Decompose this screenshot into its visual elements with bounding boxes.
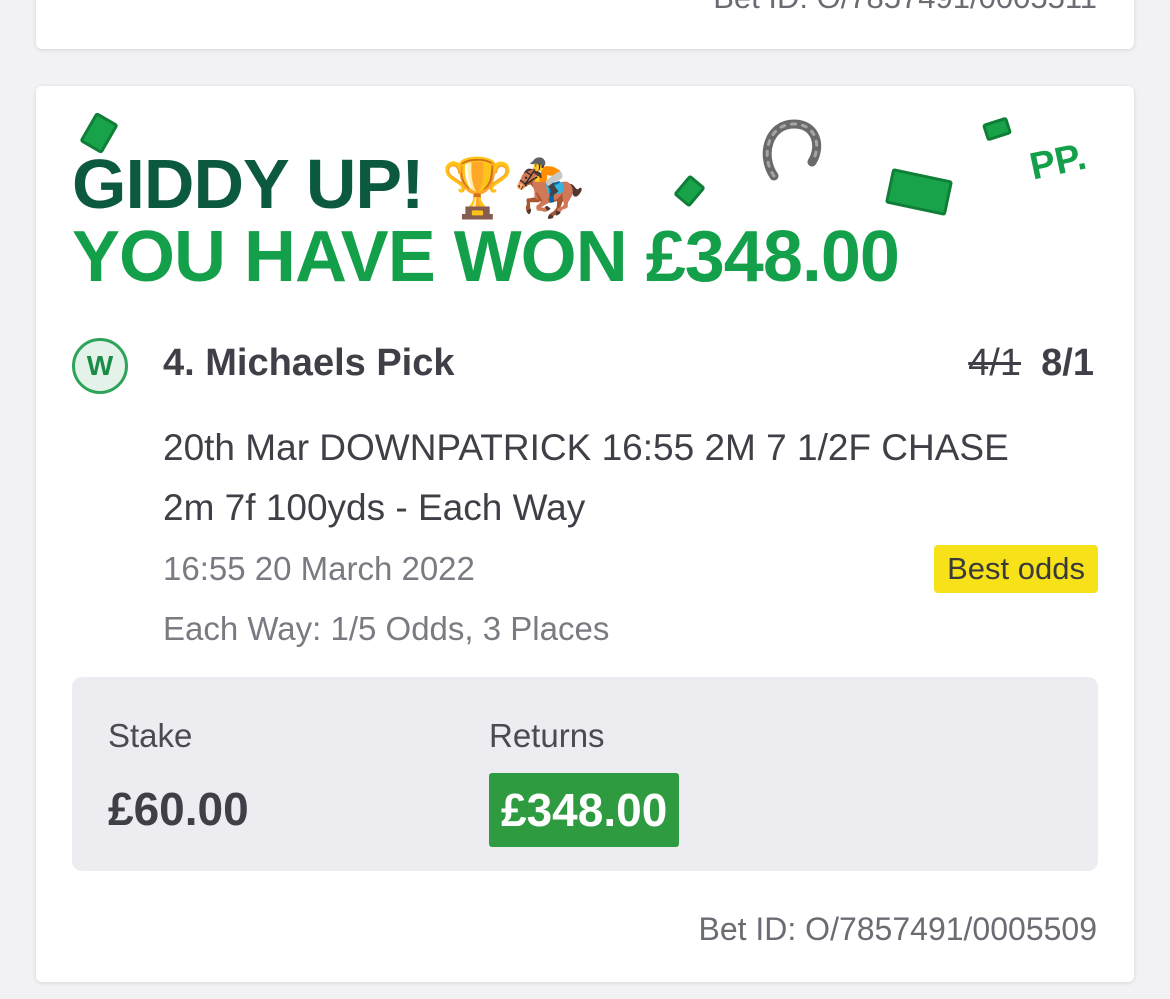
returns-value: £348.00 (489, 773, 680, 847)
stake-label: Stake (108, 717, 193, 754)
event-line-1: 20th Mar DOWNPATRICK 16:55 2M 7 1/2F CHA… (163, 427, 1009, 468)
stake-returns-panel: Stake £60.00 Returns £348.00 (72, 677, 1098, 871)
trophy-icon: 🏆 (441, 156, 514, 221)
stake-value: £60.00 (108, 783, 249, 835)
winning-bet-card: PP. GIDDY UP! 🏆🏇 YOU HAVE WON £348.00 W … (36, 86, 1134, 982)
money-bill-icon (673, 174, 706, 208)
selection-name: 4. Michaels Pick (163, 342, 455, 384)
event-line-2: 2m 7f 100yds - Each Way (163, 487, 586, 528)
horse-racing-icon: 🏇 (513, 156, 585, 221)
won-amount-headline: YOU HAVE WON £348.00 (72, 217, 900, 297)
original-odds: 4/1 (968, 342, 1021, 384)
horseshoe-icon (762, 119, 821, 181)
previous-bet-id: Bet ID: O/7857491/0005511 (713, 0, 1097, 16)
bet-id: Bet ID: O/7857491/0005509 (698, 911, 1097, 947)
event-datetime: 16:55 20 March 2022 (163, 550, 475, 587)
money-bill-icon (981, 116, 1013, 142)
previous-bet-card: Bet ID: O/7857491/0005511 (36, 0, 1134, 49)
boosted-odds: 8/1 (1041, 342, 1094, 384)
event-description: 20th Mar DOWNPATRICK 16:55 2M 7 1/2F CHA… (163, 418, 1113, 538)
each-way-terms: Each Way: 1/5 Odds, 3 Places (163, 610, 610, 647)
best-odds-badge: Best odds (934, 545, 1098, 593)
win-headline: GIDDY UP! 🏆🏇 (72, 144, 585, 224)
headline-text: GIDDY UP! (72, 145, 424, 223)
win-result-badge: W (72, 338, 128, 394)
money-bill-icon (884, 167, 954, 217)
returns-label: Returns (489, 717, 605, 754)
pp-logo-tag: PP. (1026, 135, 1091, 189)
